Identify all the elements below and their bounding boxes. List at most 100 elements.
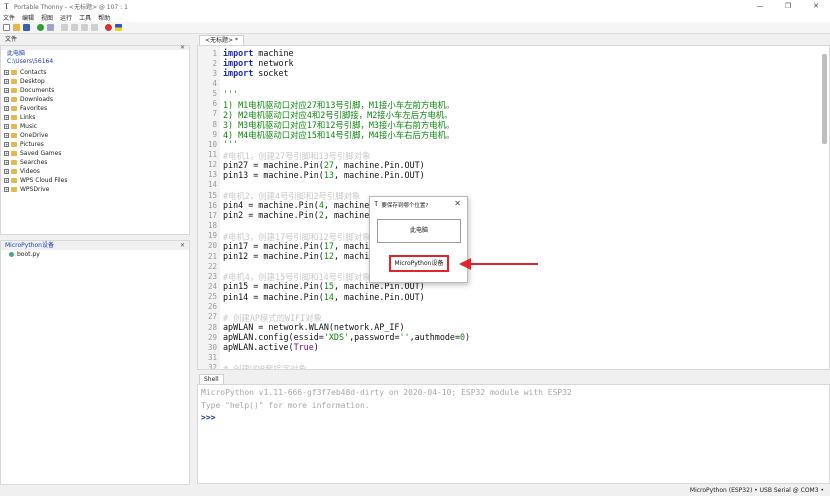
local-panel-title[interactable]: 此电脑 (1, 50, 189, 58)
menu-view[interactable]: 视图 (41, 13, 53, 22)
code-line: apWLAN = network.WLAN(network.AP_IF) (223, 322, 405, 332)
maximize-button[interactable]: ❐ (774, 0, 802, 12)
expand-icon[interactable]: + (4, 187, 9, 192)
expand-icon[interactable]: + (4, 106, 9, 111)
debug-icon[interactable] (47, 24, 54, 31)
step-into-icon[interactable] (71, 24, 78, 31)
code-token: machine (253, 48, 294, 58)
menu-help[interactable]: 帮助 (98, 13, 110, 22)
resume-icon[interactable] (91, 24, 98, 31)
code-token: '' (399, 332, 410, 343)
step-out-icon[interactable] (81, 24, 88, 31)
window-title: Portable Thonny - <无标题> @ 107 : 1 (14, 3, 128, 11)
files-tab[interactable]: 文件 (0, 35, 190, 45)
line-number: 2 (212, 58, 217, 68)
tree-item[interactable]: + Downloads (1, 95, 189, 104)
line-number: 28 (207, 322, 217, 332)
line-number: 13 (207, 170, 217, 180)
line-number: 20 (207, 241, 217, 251)
tree-item[interactable]: + Saved Games (1, 149, 189, 158)
tree-item[interactable]: + Favorites (1, 104, 189, 113)
tree-item[interactable]: + Contacts (1, 68, 189, 77)
open-file-icon[interactable] (13, 24, 20, 31)
code-token: , machine.Pin.OUT) (333, 169, 425, 180)
close-window-button[interactable]: ✕ (802, 0, 830, 12)
expand-icon[interactable]: + (4, 70, 9, 75)
editor-scrollbar[interactable] (822, 54, 827, 144)
tree-item[interactable]: + OneDrive (1, 131, 189, 140)
line-number: 9 (212, 129, 217, 139)
line-number: 18 (207, 221, 217, 231)
local-panel-close-icon[interactable]: ✕ (180, 43, 185, 52)
tree-item[interactable]: + Videos (1, 167, 189, 176)
code-token: pin17 = machine.Pin( (223, 240, 324, 251)
tree-item-label: WPSDrive (20, 186, 50, 193)
dialog-close-icon[interactable]: ✕ (454, 199, 461, 208)
minimize-button[interactable]: — (746, 0, 774, 12)
device-panel-close-icon[interactable]: ✕ (180, 241, 185, 250)
tree-item[interactable]: + WPSDrive (1, 185, 189, 194)
line-number: 17 (207, 210, 217, 220)
line-number: 32 (207, 363, 217, 370)
expand-icon[interactable]: + (4, 151, 9, 156)
dialog-title: 要保存到哪个位置? (381, 202, 429, 209)
expand-icon[interactable]: + (4, 88, 9, 93)
code-token: , machine.Pin.OUT) (333, 291, 425, 302)
support-ukraine-icon[interactable] (115, 24, 122, 31)
line-number: 14 (207, 180, 217, 190)
tree-item[interactable]: + Music (1, 122, 189, 131)
expand-icon[interactable]: + (4, 79, 9, 84)
local-files-panel: ✕ 此电脑 C:\Users\56164 + Contacts + Desktop + D… (0, 43, 190, 235)
tree-item[interactable]: + Documents (1, 86, 189, 95)
menu-edit[interactable]: 编辑 (22, 13, 34, 22)
code-token: pin14 = machine.Pin( (223, 291, 324, 302)
folder-icon (11, 187, 17, 192)
expand-icon[interactable]: + (4, 97, 9, 102)
editor-tab-untitled[interactable]: <无标题> * (199, 35, 244, 45)
expand-icon[interactable]: + (4, 178, 9, 183)
expand-icon[interactable]: + (4, 169, 9, 174)
shell-console[interactable]: MicroPython v1.11-666-gf3f7eb48d-dirty o… (197, 384, 830, 484)
new-file-icon[interactable] (3, 24, 10, 31)
folder-icon (11, 142, 17, 147)
save-icon[interactable] (23, 24, 30, 31)
expand-icon[interactable]: + (4, 160, 9, 165)
line-number: 11 (207, 150, 217, 159)
shell-tab[interactable]: Shell (199, 374, 224, 384)
expand-icon[interactable]: + (4, 124, 9, 129)
device-file-item[interactable]: boot.py (1, 250, 189, 259)
status-bar[interactable]: MicroPython (ESP32) • USB Serial @ COM3 … (0, 485, 830, 496)
expand-icon[interactable]: + (4, 142, 9, 147)
menu-tools[interactable]: 工具 (79, 13, 91, 22)
shell-tab-bar: Shell (197, 374, 830, 384)
folder-icon (11, 124, 17, 129)
line-number: 26 (207, 302, 217, 312)
line-number: 15 (207, 190, 217, 200)
code-token: 'XDS' (323, 332, 350, 343)
tree-item[interactable]: + Pictures (1, 140, 189, 149)
tree-item[interactable]: + Links (1, 113, 189, 122)
tree-item[interactable]: + WPS Cloud Files (1, 176, 189, 185)
run-icon[interactable] (37, 24, 44, 31)
save-location-dialog: Ⲧ 要保存到哪个位置? ✕ 此电脑 MicroPython设备 (369, 196, 468, 283)
tree-item-label: Pictures (20, 141, 44, 148)
menu-run[interactable]: 运行 (60, 13, 72, 22)
expand-icon[interactable]: + (4, 115, 9, 120)
line-number: 5 (212, 89, 217, 99)
tree-item[interactable]: + Desktop (1, 77, 189, 86)
step-over-icon[interactable] (61, 24, 68, 31)
save-to-this-pc-button[interactable]: 此电脑 (377, 219, 461, 243)
code-token: network (253, 58, 294, 69)
code-token: 13 (323, 169, 334, 180)
tree-item[interactable]: + Searches (1, 158, 189, 167)
expand-icon[interactable]: + (4, 133, 9, 138)
shell-prompt[interactable]: >>> (201, 413, 215, 422)
menu-file[interactable]: 文件 (3, 13, 15, 22)
stop-icon[interactable] (105, 24, 112, 31)
code-token: pin12 = machine.Pin( (223, 251, 324, 261)
line-number: 1 (212, 48, 217, 58)
tree-item-label: Desktop (20, 78, 45, 85)
save-to-micropython-device-button[interactable]: MicroPython设备 (389, 255, 449, 272)
line-number-gutter: 1 2 3 4 5 6 7 8 9 10 11 12 13 14 15 16 17 18 19 20 21 22 23 24 2… (198, 46, 220, 369)
code-editor[interactable]: 1 2 3 4 5 6 7 8 9 10 11 12 13 14 15 16 17 18 19 20 21 22 23 24 2… (197, 45, 830, 370)
